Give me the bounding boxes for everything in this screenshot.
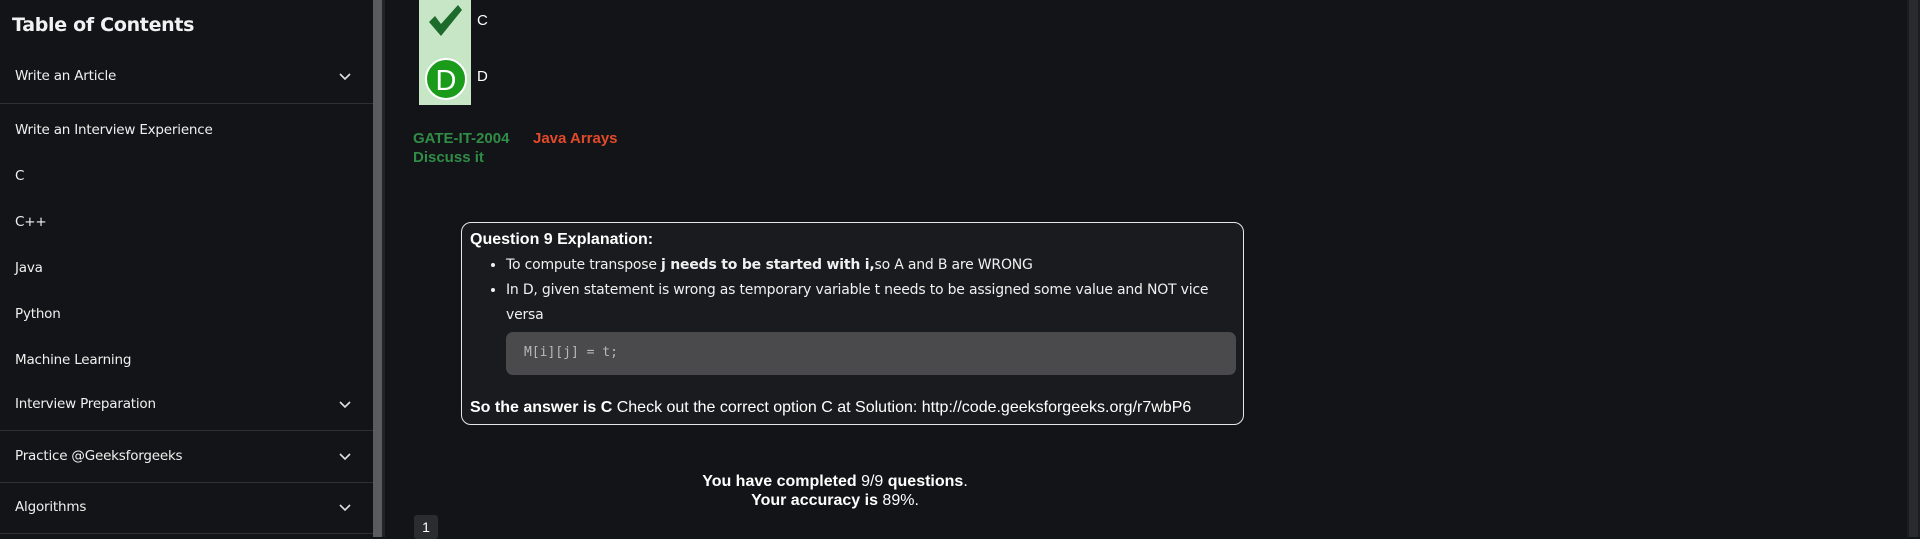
sidebar-item-label: Java	[15, 260, 43, 276]
completed-prefix: You have completed	[702, 473, 862, 490]
bullet-bold-text: j needs to be started with i,	[661, 257, 875, 273]
sidebar-item-label: C++	[15, 214, 47, 230]
bullet-text: To compute transpose	[506, 257, 662, 273]
chevron-down-icon	[339, 401, 351, 409]
sidebar-divider	[0, 482, 373, 483]
sidebar-item-cpp[interactable]: C++	[0, 212, 373, 232]
option-d-label[interactable]: D	[477, 68, 488, 85]
tag-topic-link[interactable]: Java Arrays	[533, 130, 618, 147]
sidebar-item-label: Python	[15, 306, 61, 322]
completed-count: 9/9	[861, 473, 884, 490]
checkmark-icon	[429, 5, 462, 36]
pagination-page-button[interactable]: 1	[414, 515, 438, 539]
accuracy-period: .	[914, 492, 919, 509]
completed-period: .	[963, 473, 968, 490]
sidebar-item-label: C	[15, 168, 25, 184]
sidebar-scrollbar[interactable]	[373, 0, 382, 537]
quiz-summary: You have completed 9/9 questions. Your a…	[685, 472, 985, 510]
tag-exam-link[interactable]: GATE-IT-2004	[413, 130, 509, 147]
chevron-down-icon	[339, 453, 351, 461]
sidebar-item-machine-learning[interactable]: Machine Learning	[0, 350, 373, 370]
sidebar-item-write-an-article[interactable]: Write an Article	[0, 66, 373, 86]
answer-solution-text: Check out the correct option C at Soluti…	[612, 399, 1192, 416]
sidebar-item-label: Practice @Geeksforgeeks	[15, 448, 183, 464]
sidebar-item-label: Write an Article	[15, 68, 117, 84]
answer-line: So the answer is C Check out the correct…	[470, 399, 1235, 417]
accuracy-value: 89%	[882, 492, 915, 509]
accuracy-line: Your accuracy is 89%.	[685, 491, 985, 510]
sidebar-item-python[interactable]: Python	[0, 304, 373, 324]
chevron-down-icon	[339, 504, 351, 512]
answer-bold: So the answer is C	[470, 399, 613, 416]
completed-suffix: questions	[883, 473, 964, 490]
sidebar-item-practice-geeksforgeeks[interactable]: Practice @Geeksforgeeks	[0, 446, 373, 466]
sidebar-divider	[0, 533, 373, 534]
sidebar-item-interview-preparation[interactable]: Interview Preparation	[0, 394, 373, 414]
bullet-text: In D, given statement is wrong as tempor…	[506, 282, 1209, 323]
sidebar-item-write-interview-experience[interactable]: Write an Interview Experience	[0, 120, 373, 140]
page-scrollbar-thumb[interactable]	[1909, 0, 1918, 537]
explanation-box: Question 9 Explanation: To compute trans…	[461, 222, 1244, 425]
letter-d-icon: D	[425, 58, 467, 100]
sidebar-item-label: Machine Learning	[15, 352, 132, 368]
explanation-bullet: To compute transpose j needs to be start…	[506, 253, 1235, 278]
sidebar-item-label: Write an Interview Experience	[15, 122, 213, 138]
explanation-title: Question 9 Explanation:	[470, 231, 654, 248]
bullet-text: so A and B are WRONG	[874, 257, 1033, 273]
sidebar-item-java[interactable]: Java	[0, 258, 373, 278]
explanation-bullet: In D, given statement is wrong as tempor…	[506, 278, 1235, 328]
sidebar-title: Table of Contents	[12, 14, 195, 36]
option-c-label[interactable]: C	[477, 12, 488, 29]
sidebar-divider	[0, 103, 373, 104]
completed-line: You have completed 9/9 questions.	[685, 472, 985, 491]
table-of-contents-sidebar: Table of Contents Write an Article Write…	[0, 0, 373, 537]
chevron-down-icon	[339, 73, 351, 81]
code-block: M[i][j] = t;	[506, 332, 1236, 375]
quiz-content: C D D GATE-IT-2004 Java Arrays Discuss i…	[385, 0, 1920, 539]
sidebar-item-c[interactable]: C	[0, 166, 373, 186]
accuracy-prefix: Your accuracy is	[751, 492, 883, 509]
sidebar-item-algorithms[interactable]: Algorithms	[0, 497, 373, 517]
discuss-link[interactable]: Discuss it	[413, 149, 484, 166]
explanation-list: To compute transpose j needs to be start…	[470, 253, 1235, 328]
sidebar-item-label: Algorithms	[15, 499, 87, 515]
sidebar-divider	[0, 430, 373, 431]
sidebar-item-label: Interview Preparation	[15, 396, 156, 412]
